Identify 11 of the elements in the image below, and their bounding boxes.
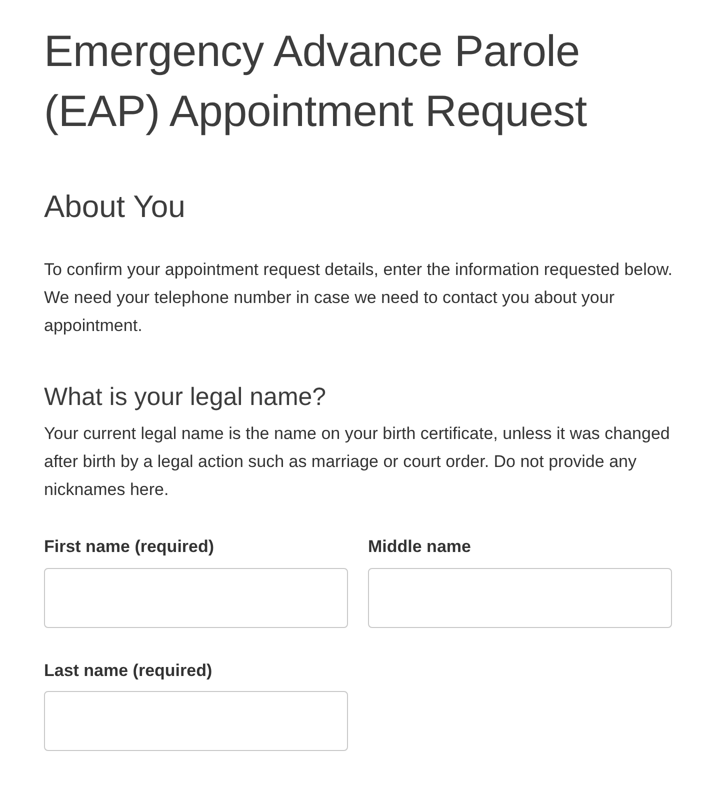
field-label: Middle name [368, 536, 472, 558]
field-label: Last name (required) [44, 660, 214, 682]
section-heading: About You [44, 188, 186, 226]
page-title: Emergency Advance Parole (EAP) Appointment Request [44, 26, 588, 138]
field-label: First name (required) [44, 536, 216, 558]
section-description: To confirm your appointment request details, enter the information requested below. We need your telephone number in case we need to contact you about your appointment. [44, 259, 674, 337]
input-field[interactable] [368, 568, 672, 628]
question-heading: What is your legal name? [44, 382, 328, 413]
question-description: Your current legal name is the name on your birth certificate, unless it was changed after birth by a legal action such as marriage or court order. Do not provide any nicknames here. [44, 423, 671, 501]
input-field[interactable] [44, 691, 348, 751]
input-field[interactable] [44, 568, 348, 628]
